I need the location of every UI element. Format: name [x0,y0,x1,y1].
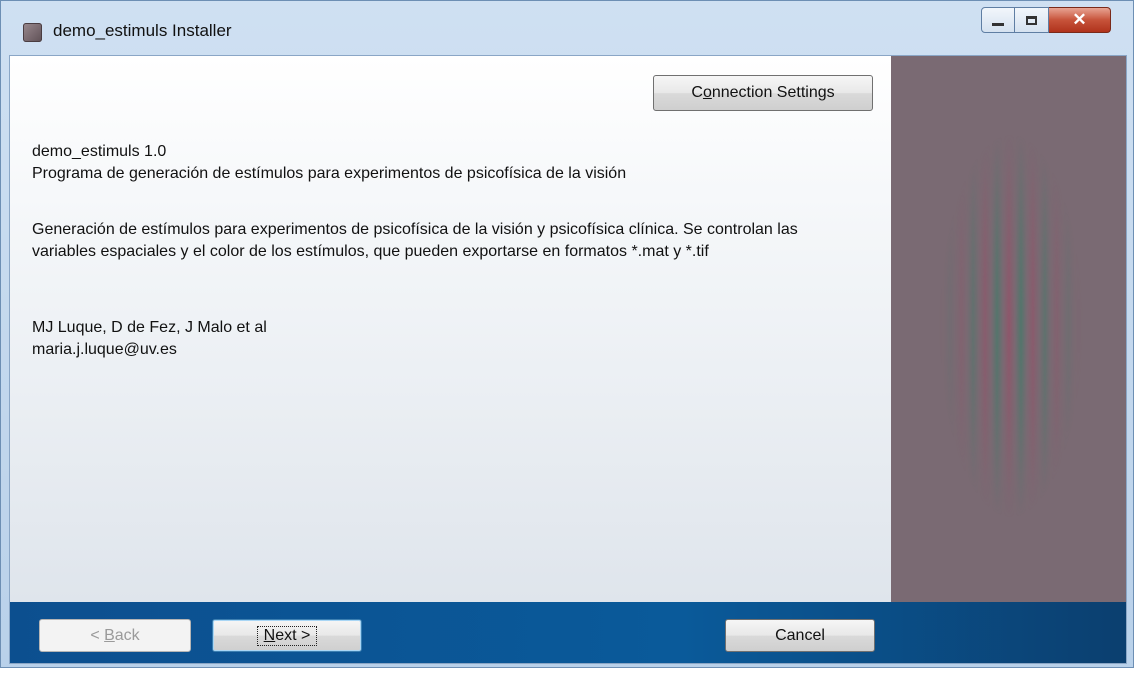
back-button[interactable]: < Back [39,619,191,652]
contact-email: maria.j.luque@uv.es [32,341,177,358]
maximize-button[interactable] [1015,7,1049,33]
back-label: < Back [90,626,140,644]
close-icon: ✕ [1072,10,1087,29]
wizard-footer: < Back Next > Cancel [10,602,1126,663]
app-icon [23,23,42,42]
product-subtitle: Programa de generación de estímulos para… [32,165,627,182]
content-pane: Connection Settings demo_estimuls 1.0 Pr… [10,56,891,602]
next-label: Next > [256,625,318,646]
cancel-button[interactable]: Cancel [725,619,875,652]
authors: MJ Luque, D de Fez, J Malo et al [32,319,267,336]
product-name: demo_estimuls 1.0 [32,143,167,160]
side-image-panel [891,56,1126,602]
connection-settings-button[interactable]: Connection Settings [653,75,873,111]
product-description: Generación de estímulos para experimento… [32,221,798,260]
client-area: Connection Settings demo_estimuls 1.0 Pr… [9,55,1127,664]
title-bar[interactable]: demo_estimuls Installer ✕ [1,1,1133,55]
next-button[interactable]: Next > [212,619,362,652]
window-title: demo_estimuls Installer [53,21,232,40]
connection-settings-label: Connection Settings [691,84,835,101]
caption-buttons: ✕ [981,7,1111,37]
maximize-icon [1026,15,1037,25]
minimize-button[interactable] [981,7,1015,33]
minimize-icon [992,22,1004,26]
close-button[interactable]: ✕ [1049,7,1111,33]
installer-window: demo_estimuls Installer ✕ Connection Set… [0,0,1134,668]
gabor-patch-image [931,126,1091,526]
